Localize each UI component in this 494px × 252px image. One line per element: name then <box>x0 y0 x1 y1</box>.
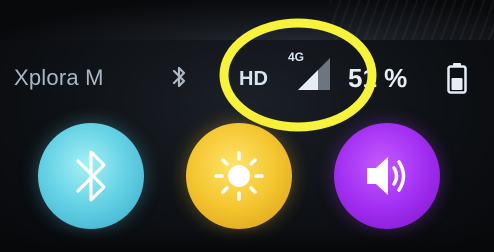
volume-toggle-button[interactable] <box>334 123 440 229</box>
bottom-fade <box>0 228 494 252</box>
carrier-name: Xplora M <box>14 65 104 90</box>
cell-signal-icon <box>296 56 332 92</box>
status-bar: Xplora M HD 51 % <box>0 54 494 100</box>
hd-voice-indicator: HD <box>239 68 268 90</box>
brightness-toggle-button[interactable] <box>186 123 292 229</box>
battery-icon <box>446 62 468 94</box>
battery-percentage: 51 % <box>348 63 408 93</box>
bezel-reflection <box>330 0 494 42</box>
bluetooth-icon <box>170 64 188 90</box>
bluetooth-toggle-button[interactable] <box>38 123 144 229</box>
watch-screen: Xplora M HD 51 % 4G <box>0 0 494 252</box>
